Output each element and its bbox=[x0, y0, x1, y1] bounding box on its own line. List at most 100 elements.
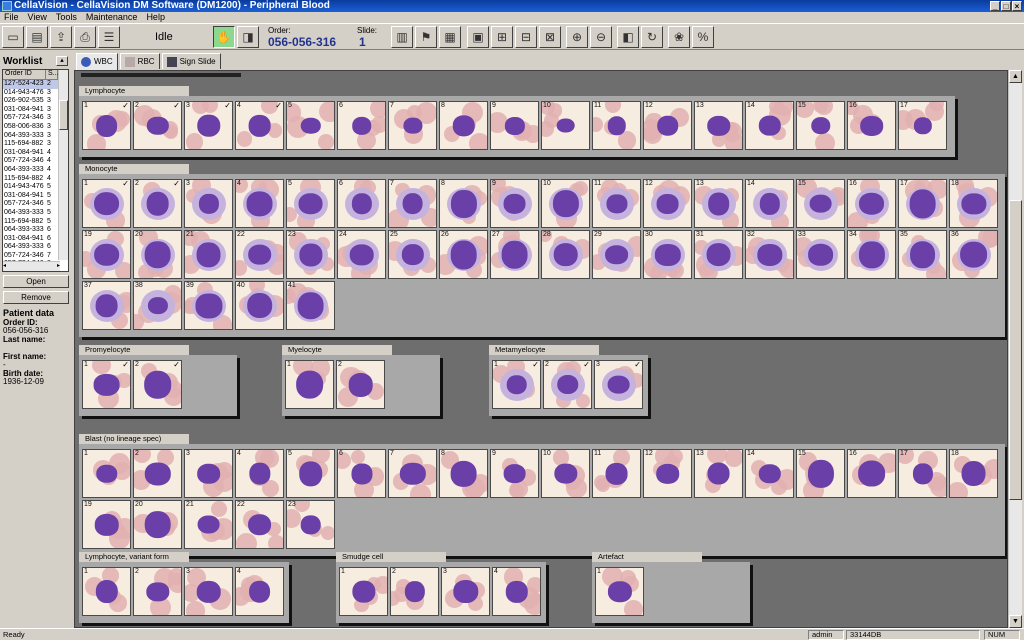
cycle-icon[interactable]: ↻ bbox=[641, 26, 663, 48]
worklist-grip-icon[interactable]: ▴ bbox=[56, 56, 68, 66]
worklist-scroll-thumb[interactable] bbox=[59, 100, 68, 130]
cell-thumbnail[interactable]: 20 bbox=[133, 500, 182, 549]
zoom-in-icon[interactable]: ⊕ bbox=[566, 26, 588, 48]
cell-thumbnail[interactable]: 6 bbox=[337, 101, 386, 150]
cell-thumbnail[interactable]: 14 bbox=[745, 449, 794, 498]
cell-thumbnail[interactable]: 1 ✓ bbox=[82, 179, 131, 228]
worklist-vertical-scrollbar[interactable] bbox=[58, 70, 68, 260]
cell-thumbnail[interactable]: 41 bbox=[286, 281, 335, 330]
chart-icon[interactable]: ▦ bbox=[439, 26, 461, 48]
scroll-up-icon[interactable]: ▲ bbox=[1009, 70, 1022, 83]
cell-thumbnail[interactable]: 33 bbox=[796, 230, 845, 279]
cell-thumbnail[interactable]: 4 bbox=[235, 179, 284, 228]
cell-thumbnail[interactable]: 12 bbox=[643, 101, 692, 150]
cell-thumbnail[interactable]: 2 bbox=[390, 567, 439, 616]
cell-thumbnail[interactable]: 14 bbox=[745, 179, 794, 228]
cell-thumbnail[interactable]: 4 bbox=[492, 567, 541, 616]
cell-thumbnail[interactable]: 7 bbox=[388, 179, 437, 228]
cell-thumbnail[interactable]: 28 bbox=[541, 230, 590, 279]
cell-thumbnail[interactable]: 29 bbox=[592, 230, 641, 279]
menu-view[interactable]: View bbox=[28, 12, 47, 23]
cell-thumbnail[interactable]: 6 bbox=[337, 449, 386, 498]
scroll-right-icon[interactable]: ▸ bbox=[57, 262, 60, 271]
cell-thumbnail[interactable]: 2 bbox=[336, 360, 385, 409]
cell-thumbnail[interactable]: 1 bbox=[82, 449, 131, 498]
cell-thumbnail[interactable]: 4 ✓ bbox=[235, 101, 284, 150]
cell-thumbnail[interactable]: 22 bbox=[235, 230, 284, 279]
cell-thumbnail[interactable]: 26 bbox=[439, 230, 488, 279]
cell-thumbnail[interactable]: 3 ✓ bbox=[184, 101, 233, 150]
cell-thumbnail[interactable]: 16 bbox=[847, 101, 896, 150]
close-button[interactable]: × bbox=[1012, 1, 1022, 11]
cell-thumbnail[interactable]: 3 bbox=[184, 449, 233, 498]
cell-thumbnail[interactable]: 3 bbox=[184, 567, 233, 616]
cell-thumbnail[interactable]: 15 bbox=[796, 179, 845, 228]
menu-tools[interactable]: Tools bbox=[56, 12, 77, 23]
minimize-button[interactable]: _ bbox=[990, 1, 1000, 11]
folder-icon[interactable]: ▥ bbox=[391, 26, 413, 48]
cell-thumbnail[interactable]: 5 bbox=[286, 101, 335, 150]
cell-thumbnail[interactable]: 13 bbox=[694, 449, 743, 498]
cell-thumbnail[interactable]: 10 bbox=[541, 449, 590, 498]
cell-thumbnail[interactable]: 30 bbox=[643, 230, 692, 279]
cell-thumbnail[interactable]: 2 ✓ bbox=[133, 179, 182, 228]
gallery-scroll-thumb[interactable] bbox=[1009, 200, 1022, 500]
cell-thumbnail[interactable]: 5 bbox=[286, 179, 335, 228]
menu-help[interactable]: Help bbox=[146, 12, 165, 23]
cell-thumbnail[interactable]: 18 bbox=[949, 179, 998, 228]
cell-thumbnail[interactable]: 16 bbox=[847, 179, 896, 228]
cell-thumbnail[interactable]: 17 bbox=[898, 101, 947, 150]
cell-thumbnail[interactable]: 4 bbox=[235, 449, 284, 498]
cell-thumbnail[interactable]: 40 bbox=[235, 281, 284, 330]
cell-thumbnail[interactable]: 20 bbox=[133, 230, 182, 279]
cell-thumbnail[interactable]: 27 bbox=[490, 230, 539, 279]
cell-thumbnail[interactable]: 21 bbox=[184, 500, 233, 549]
cell-thumbnail[interactable]: 1 bbox=[285, 360, 334, 409]
cell-thumbnail[interactable]: 11 bbox=[592, 449, 641, 498]
hand-icon[interactable]: ✋ bbox=[213, 26, 235, 48]
grid-small-icon[interactable]: ⊞ bbox=[491, 26, 513, 48]
cell-thumbnail[interactable]: 3 bbox=[184, 179, 233, 228]
new-icon[interactable]: ▭ bbox=[2, 26, 24, 48]
cell-thumbnail[interactable]: 5 bbox=[286, 449, 335, 498]
remove-button[interactable]: Remove bbox=[3, 291, 69, 304]
cell-thumbnail[interactable]: 38 bbox=[133, 281, 182, 330]
col-slide[interactable]: S... bbox=[46, 70, 59, 79]
cell-thumbnail[interactable]: 21 bbox=[184, 230, 233, 279]
cell-thumbnail[interactable]: 1 ✓ bbox=[82, 101, 131, 150]
cell-thumbnail[interactable]: 10 bbox=[541, 179, 590, 228]
cell-thumbnail[interactable]: 24 bbox=[337, 230, 386, 279]
cell-thumbnail[interactable]: 8 bbox=[439, 101, 488, 150]
cell-thumbnail[interactable]: 32 bbox=[745, 230, 794, 279]
cell-thumbnail[interactable]: 17 bbox=[898, 179, 947, 228]
cell-thumbnail[interactable]: 7 bbox=[388, 101, 437, 150]
cell-thumbnail[interactable]: 3 ✓ bbox=[594, 360, 643, 409]
tab-sign-slide[interactable]: Sign Slide bbox=[161, 53, 221, 69]
cell-thumbnail[interactable]: 35 bbox=[898, 230, 947, 279]
open-button[interactable]: Open bbox=[3, 275, 69, 288]
zoom-out-icon[interactable]: ⊖ bbox=[590, 26, 612, 48]
cell-thumbnail[interactable]: 2 ✓ bbox=[133, 360, 182, 409]
cell-thumbnail[interactable]: 23 bbox=[286, 500, 335, 549]
cell-thumbnail[interactable]: 1 ✓ bbox=[492, 360, 541, 409]
cell-thumbnail[interactable]: 11 bbox=[592, 179, 641, 228]
cell-thumbnail[interactable]: 22 bbox=[235, 500, 284, 549]
cell-thumbnail[interactable]: 13 bbox=[694, 179, 743, 228]
menu-maintenance[interactable]: Maintenance bbox=[86, 12, 138, 23]
cell-thumbnail[interactable]: 13 bbox=[694, 101, 743, 150]
cell-thumbnail[interactable]: 7 bbox=[388, 449, 437, 498]
cell-thumbnail[interactable]: 11 bbox=[592, 101, 641, 150]
cell-thumbnail[interactable]: 10 bbox=[541, 101, 590, 150]
cell-thumbnail[interactable]: 2 ✓ bbox=[133, 101, 182, 150]
percent-icon[interactable]: % bbox=[692, 26, 714, 48]
color-palette-icon[interactable]: ◧ bbox=[617, 26, 639, 48]
cell-thumbnail[interactable]: 34 bbox=[847, 230, 896, 279]
cell-thumbnail[interactable]: 6 bbox=[337, 179, 386, 228]
tab-rbc[interactable]: RBC bbox=[119, 53, 160, 69]
cell-thumbnail[interactable]: 15 bbox=[796, 101, 845, 150]
menu-file[interactable]: File bbox=[4, 12, 19, 23]
worklist-horizontal-scrollbar[interactable]: ◂ ▸ bbox=[3, 261, 60, 271]
report-icon[interactable]: ☰ bbox=[98, 26, 120, 48]
cell-thumbnail[interactable]: 9 bbox=[490, 179, 539, 228]
cell-thumbnail[interactable]: 1 bbox=[595, 567, 644, 616]
